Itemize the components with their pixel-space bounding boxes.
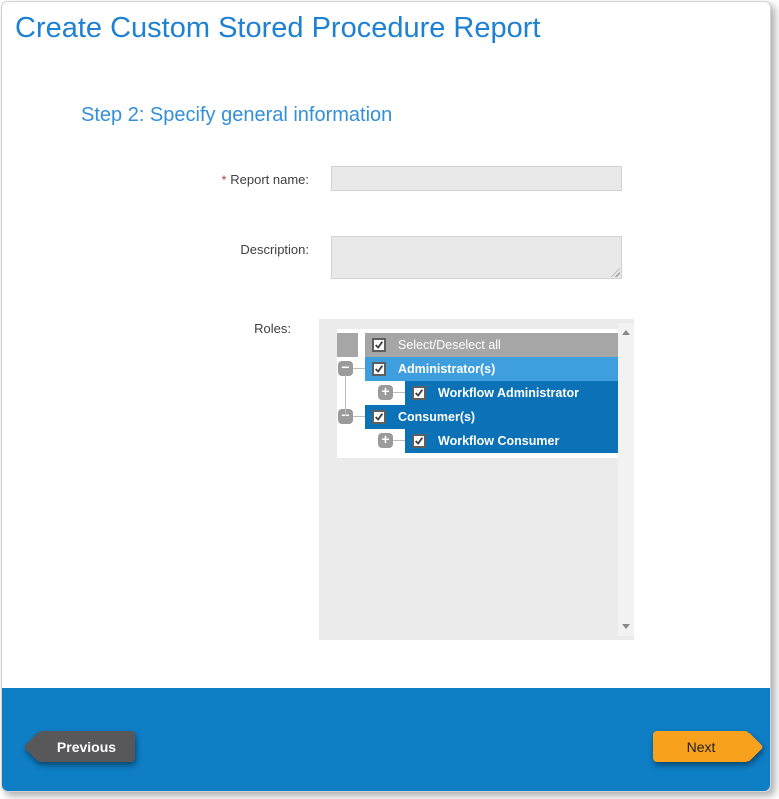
description-field-wrap xyxy=(331,236,622,279)
role-label: Workflow Administrator xyxy=(438,386,579,400)
select-all-checkbox[interactable] xyxy=(372,338,386,352)
roles-scrollbar[interactable] xyxy=(618,323,634,636)
checkmark-icon xyxy=(374,340,384,350)
tree-connector xyxy=(345,375,346,416)
page-title: Create Custom Stored Procedure Report xyxy=(15,12,540,45)
expand-plus-icon[interactable]: + xyxy=(378,385,393,400)
tree-row-consumers[interactable]: − Consumer(s) xyxy=(337,405,618,429)
next-button-label: Next xyxy=(687,739,716,755)
role-checkbox[interactable] xyxy=(372,362,386,376)
roles-label: Roles: xyxy=(2,321,291,336)
checkmark-icon xyxy=(374,364,384,374)
roles-tree: Select/Deselect all − Administrator(s) xyxy=(337,329,618,458)
wizard-window: Create Custom Stored Procedure Report St… xyxy=(1,1,771,792)
role-checkbox[interactable] xyxy=(412,386,426,400)
page-canvas: Create Custom Stored Procedure Report St… xyxy=(0,0,779,799)
tree-corner-cell xyxy=(337,333,358,357)
tree-connector xyxy=(393,392,405,393)
select-all-row[interactable]: Select/Deselect all xyxy=(337,333,618,357)
next-button[interactable]: Next xyxy=(653,731,762,762)
previous-button-label: Previous xyxy=(57,739,116,755)
tree-row-administrators[interactable]: − Administrator(s) xyxy=(337,357,618,381)
report-name-label: *Report name: xyxy=(2,172,309,187)
previous-button[interactable]: Previous xyxy=(26,731,135,762)
role-label: Administrator(s) xyxy=(398,362,495,376)
role-checkbox[interactable] xyxy=(412,434,426,448)
expand-plus-icon[interactable]: + xyxy=(378,433,393,448)
tree-connector xyxy=(393,440,405,441)
role-checkbox[interactable] xyxy=(372,410,386,424)
required-asterisk: * xyxy=(222,173,227,187)
tree-connector xyxy=(353,416,365,417)
role-label: Workflow Consumer xyxy=(438,434,559,448)
collapse-minus-icon[interactable]: − xyxy=(338,361,353,376)
scroll-up-icon[interactable] xyxy=(622,330,630,335)
scroll-down-icon[interactable] xyxy=(622,624,630,629)
tree-connector xyxy=(353,368,365,369)
select-all-label: Select/Deselect all xyxy=(398,338,501,352)
roles-panel: Select/Deselect all − Administrator(s) xyxy=(319,319,634,640)
role-label: Consumer(s) xyxy=(398,410,475,424)
description-textarea[interactable] xyxy=(331,236,622,279)
checkmark-icon xyxy=(374,412,384,422)
description-label: Description: xyxy=(2,242,309,257)
tree-row-workflow-administrator[interactable]: + Workflow Administrator xyxy=(337,381,618,405)
report-name-input[interactable] xyxy=(331,166,622,191)
tree-row-workflow-consumer[interactable]: + Workflow Consumer xyxy=(337,429,618,453)
checkmark-icon xyxy=(414,388,424,398)
checkmark-icon xyxy=(414,436,424,446)
step-heading: Step 2: Specify general information xyxy=(81,104,392,127)
